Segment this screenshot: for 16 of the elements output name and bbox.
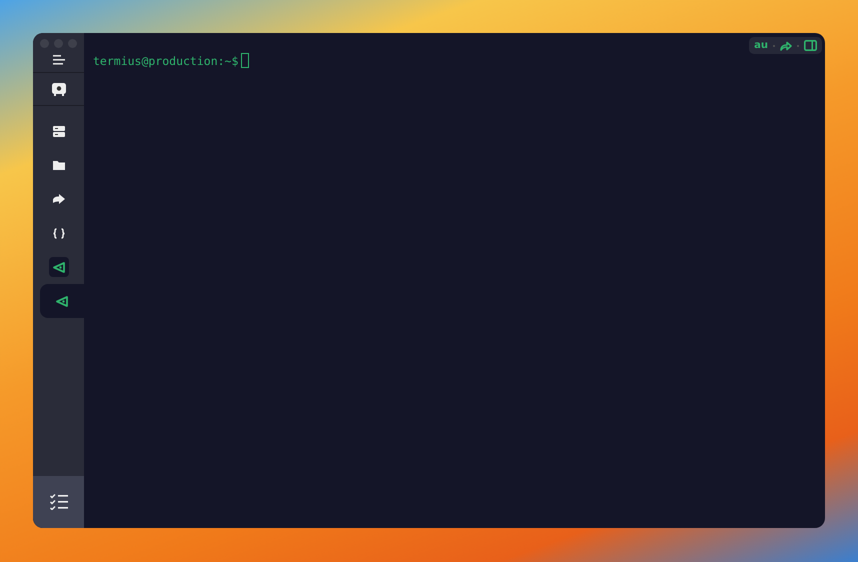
folder-icon[interactable] (52, 160, 64, 170)
tasks-button[interactable] (33, 476, 84, 528)
arrow-icon[interactable] (52, 194, 64, 204)
terminal-prompt: termius@production:~$ (93, 54, 238, 68)
server-icon[interactable] (52, 126, 64, 136)
braces-icon[interactable] (52, 228, 64, 238)
triangle-icon (52, 262, 64, 272)
checklist-icon[interactable] (50, 494, 68, 510)
triangle-icon (56, 296, 68, 306)
vault-icon[interactable] (52, 82, 66, 96)
menu-icon[interactable] (52, 55, 64, 65)
share-arrow-icon[interactable] (780, 40, 792, 50)
text-cursor (241, 53, 250, 68)
autocomplete-button[interactable]: au (754, 40, 768, 51)
terminal-tab[interactable] (40, 284, 84, 318)
split-panel-icon[interactable] (804, 40, 817, 51)
